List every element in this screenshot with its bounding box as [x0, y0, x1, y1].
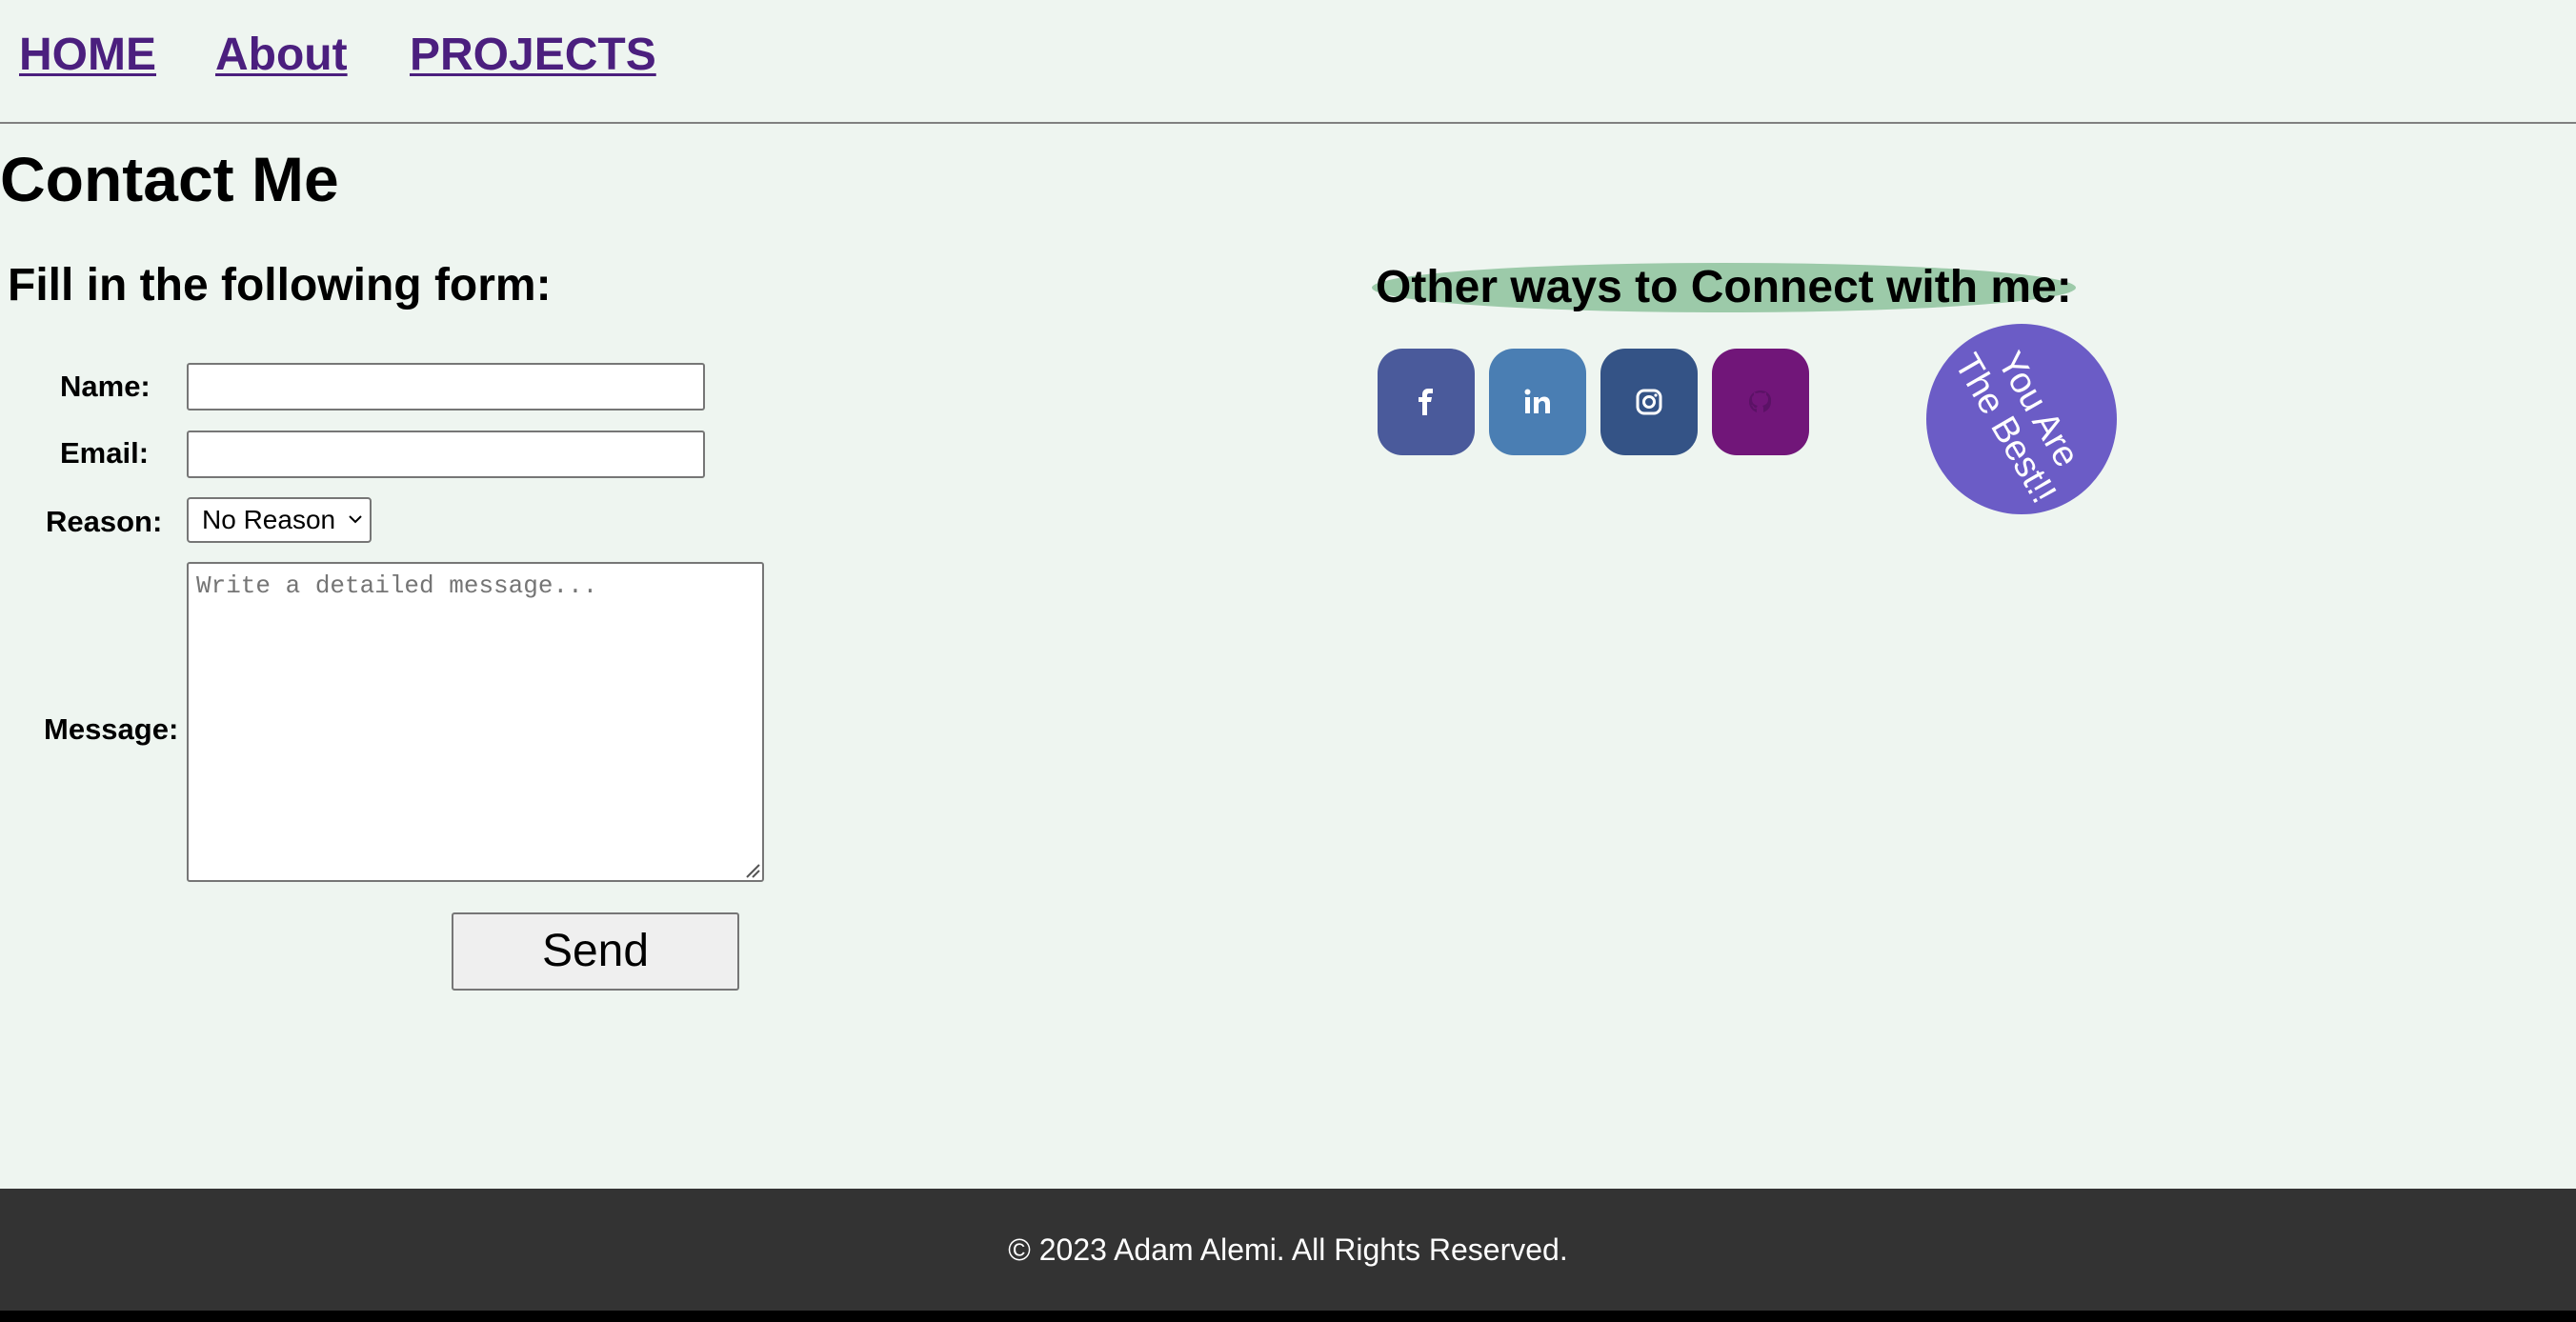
name-label: Name:	[60, 370, 151, 403]
github-icon	[1749, 391, 1772, 412]
chevron-down-icon	[349, 515, 362, 524]
footer: © 2023 Adam Alemi. All Rights Reserved.	[0, 1189, 2576, 1311]
facebook-icon	[1419, 389, 1433, 415]
nav-link-projects[interactable]: PROJECTS	[410, 29, 656, 81]
reason-label: Reason:	[46, 505, 163, 538]
github-button[interactable]	[1712, 349, 1809, 455]
footer-copyright: © 2023 Adam Alemi. All Rights Reserved.	[1008, 1232, 1568, 1267]
linkedin-button[interactable]	[1489, 349, 1586, 455]
instagram-icon	[1636, 389, 1662, 415]
badge-text: You Are The Best!!	[1946, 329, 2096, 510]
connect-heading: Other ways to Connect with me:	[1372, 263, 2076, 312]
form-heading: Fill in the following form:	[8, 260, 552, 310]
message-label: Message:	[44, 712, 179, 746]
top-nav: HOME About PROJECTS	[0, 0, 2576, 124]
nav-link-home[interactable]: HOME	[19, 29, 156, 81]
email-label: Email:	[60, 436, 150, 470]
page-title: Contact Me	[0, 144, 339, 214]
nav-link-about[interactable]: About	[215, 29, 348, 81]
reason-selected-value: No Reason	[202, 505, 336, 534]
facebook-button[interactable]	[1378, 349, 1475, 455]
send-button[interactable]: Send	[452, 912, 739, 991]
message-placeholder: Write a detailed message...	[196, 571, 598, 600]
linkedin-icon	[1524, 389, 1550, 413]
reason-select[interactable]: No Reason	[187, 497, 372, 543]
bottom-strip	[0, 1311, 2576, 1322]
resize-grip-icon[interactable]	[743, 861, 760, 878]
instagram-button[interactable]	[1600, 349, 1698, 455]
you-are-the-best-badge: You Are The Best!!	[1926, 324, 2117, 514]
message-textarea[interactable]: Write a detailed message...	[187, 562, 764, 882]
name-input[interactable]	[187, 363, 705, 411]
email-input[interactable]	[187, 431, 705, 478]
